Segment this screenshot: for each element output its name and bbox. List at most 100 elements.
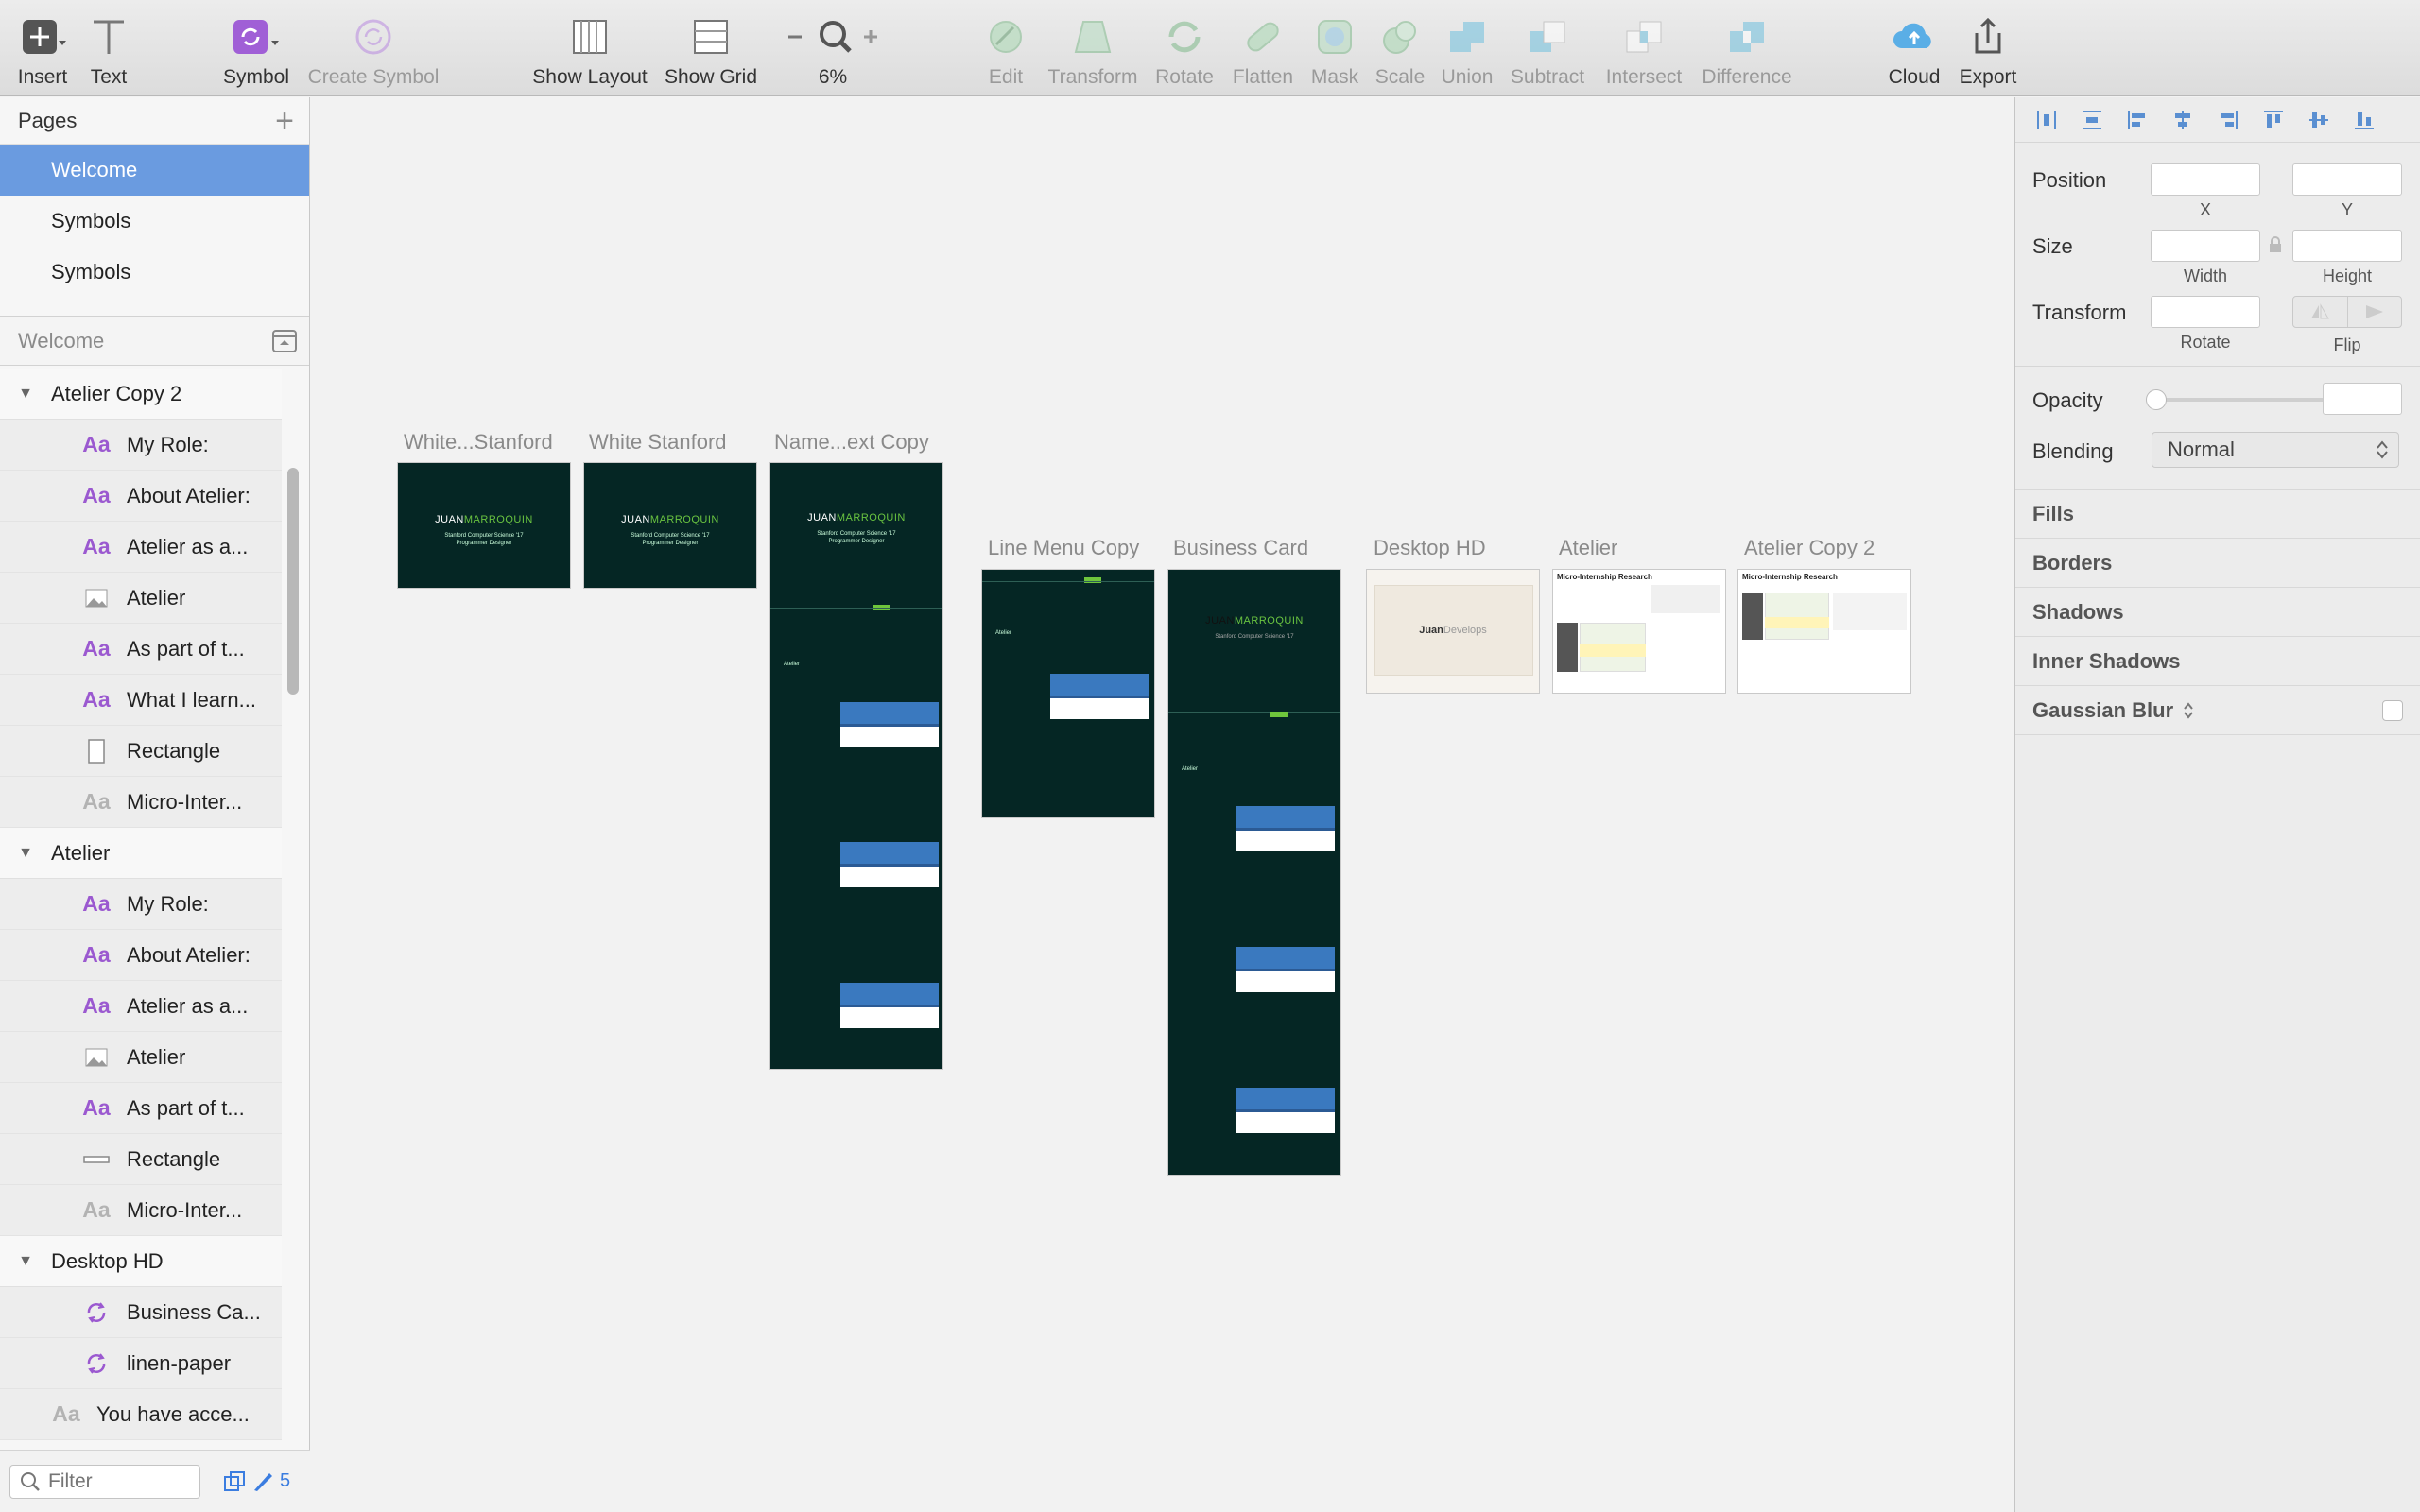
inner-shadows-section[interactable]: Inner Shadows — [2015, 637, 2420, 686]
page-item-welcome[interactable]: Welcome — [0, 145, 309, 196]
fills-section[interactable]: Fills — [2015, 490, 2420, 539]
align-middle-vertical-icon[interactable] — [2307, 108, 2331, 132]
pages-title: Pages — [18, 108, 78, 132]
shadows-section[interactable]: Shadows — [2015, 588, 2420, 637]
layer-symbol[interactable]: linen-paper — [0, 1338, 282, 1389]
layer-text[interactable]: Aa As part of t... — [0, 624, 282, 675]
borders-section[interactable]: Borders — [2015, 539, 2420, 588]
opacity-slider-knob[interactable] — [2146, 389, 2167, 410]
artboard-name-text-copy[interactable]: JUANMARROQUIN Stanford Computer Science … — [769, 462, 943, 1070]
artboard-label[interactable]: Name...ext Copy — [774, 430, 929, 455]
intersect-button[interactable]: Intersect — [1587, 11, 1701, 89]
artboard-desktop-hd[interactable]: JuanDevelops — [1366, 569, 1540, 694]
artboard-atelier-copy-2[interactable]: Micro-Internship Research — [1737, 569, 1911, 694]
layer-rectangle[interactable]: Rectangle — [0, 726, 282, 777]
pages-divider[interactable] — [0, 298, 309, 317]
export-icon — [1975, 17, 2001, 54]
collapse-pages-icon[interactable] — [271, 329, 298, 353]
flip-horizontal-icon — [2311, 303, 2330, 319]
layer-text[interactable]: Aa You have acce... — [0, 1389, 282, 1440]
transform-icon — [1074, 21, 1112, 53]
layer-group-atelier[interactable]: ▼ Atelier — [0, 828, 282, 879]
layer-text[interactable]: Aa Atelier as a... — [0, 522, 282, 573]
layer-group-desktop-hd[interactable]: ▼ Desktop HD — [0, 1236, 282, 1287]
flip-horizontal-button[interactable] — [2293, 297, 2348, 327]
inspector-panel: Position X Y Size Width Height Transform… — [2014, 97, 2420, 1512]
layer-text[interactable]: Aa About Atelier: — [0, 930, 282, 981]
disclosure-triangle-icon[interactable]: ▼ — [0, 845, 51, 862]
artboard-business-card[interactable]: JUANMARROQUIN Stanford Computer Science … — [1167, 569, 1341, 1176]
difference-button[interactable]: Difference — [1690, 11, 1804, 89]
disclosure-triangle-icon[interactable]: ▼ — [0, 1253, 51, 1270]
distribute-horizontal-icon[interactable] — [2034, 108, 2059, 132]
canvas[interactable]: White...Stanford White Stanford Name...e… — [311, 97, 2014, 1512]
layer-symbol[interactable]: Business Ca... — [0, 1287, 282, 1338]
artboard-white-stanford-1[interactable]: JUANMARROQUIN Stanford Computer Science … — [397, 462, 571, 589]
create-symbol-button[interactable]: Create Symbol — [308, 11, 439, 89]
rotate-field[interactable] — [2151, 296, 2260, 328]
layer-text[interactable]: Aa About Atelier: — [0, 471, 282, 522]
research-title: Micro-Internship Research — [1742, 573, 1838, 581]
flip-vertical-button[interactable] — [2348, 297, 2402, 327]
symbol-button[interactable]: Symbol — [199, 11, 313, 89]
layer-group-atelier-copy-2[interactable]: ▼ Atelier Copy 2 — [0, 369, 282, 420]
align-right-icon[interactable] — [2216, 108, 2240, 132]
page-item-symbols[interactable]: Symbols — [0, 196, 309, 247]
artboard-label[interactable]: Atelier — [1559, 536, 1617, 560]
position-x-field[interactable] — [2151, 163, 2260, 196]
align-top-icon[interactable] — [2261, 108, 2286, 132]
align-left-icon[interactable] — [2125, 108, 2150, 132]
lock-icon[interactable] — [2268, 235, 2283, 254]
layer-rectangle[interactable]: Rectangle — [0, 1134, 282, 1185]
width-field[interactable] — [2151, 230, 2260, 262]
gaussian-blur-checkbox[interactable] — [2382, 699, 2403, 721]
align-center-horizontal-icon[interactable] — [2170, 108, 2195, 132]
filter-input[interactable] — [48, 1469, 181, 1493]
zoom-control[interactable]: 6% — [776, 11, 890, 89]
layer-list-scrollbar[interactable] — [287, 468, 299, 695]
layer-text[interactable]: Aa Micro-Inter... — [0, 1185, 282, 1236]
artboard-label[interactable]: Atelier Copy 2 — [1744, 536, 1875, 560]
artboard-white-stanford-2[interactable]: JUANMARROQUIN Stanford Computer Science … — [583, 462, 757, 589]
line-layer-icon — [81, 1155, 112, 1164]
gaussian-blur-section[interactable]: Gaussian Blur — [2015, 686, 2420, 735]
artboard-label[interactable]: Desktop HD — [1374, 536, 1486, 560]
name-last: MARROQUIN — [836, 512, 906, 524]
image-layer-icon — [81, 1048, 112, 1067]
artboard-line-menu-copy[interactable]: Atelier — [981, 569, 1155, 818]
artboard-label[interactable]: Business Card — [1173, 536, 1308, 560]
artboard-label[interactable]: White...Stanford — [404, 430, 553, 455]
disclosure-triangle-icon[interactable]: ▼ — [0, 386, 51, 403]
layer-text[interactable]: Aa What I learn... — [0, 675, 282, 726]
opacity-field[interactable] — [2323, 383, 2402, 415]
layer-text[interactable]: Aa Atelier as a... — [0, 981, 282, 1032]
layer-image[interactable]: Atelier — [0, 573, 282, 624]
position-y-field[interactable] — [2292, 163, 2402, 196]
layer-text[interactable]: Aa My Role: — [0, 879, 282, 930]
artboard-label[interactable]: White Stanford — [589, 430, 727, 455]
blending-select[interactable]: Normal — [2152, 432, 2399, 468]
show-grid-button[interactable]: Show Grid — [654, 11, 768, 89]
layer-text[interactable]: Aa As part of t... — [0, 1083, 282, 1134]
distribute-vertical-icon[interactable] — [2080, 108, 2104, 132]
opacity-slider[interactable] — [2146, 389, 2337, 410]
text-button[interactable]: Text — [52, 11, 165, 89]
export-button[interactable]: Export — [1931, 11, 2045, 89]
size-label: Size — [2032, 234, 2073, 258]
layer-text[interactable]: Aa My Role: — [0, 420, 282, 471]
filter-field[interactable] — [9, 1464, 200, 1499]
show-layout-button[interactable]: Show Layout — [532, 11, 648, 89]
page-item-symbols-2[interactable]: Symbols — [0, 247, 309, 298]
stepper-arrows-icon[interactable] — [2183, 701, 2194, 720]
slice-tool-icon[interactable] — [251, 1470, 274, 1493]
artboard-label[interactable]: Line Menu Copy — [988, 536, 1139, 560]
add-page-icon[interactable]: + — [275, 105, 294, 137]
role: Programmer Designer — [456, 541, 512, 546]
layer-text[interactable]: Aa Micro-Inter... — [0, 777, 282, 828]
align-bottom-icon[interactable] — [2352, 108, 2377, 132]
artboard-atelier[interactable]: Micro-Internship Research — [1552, 569, 1726, 694]
text-layer-icon: Aa — [82, 1095, 111, 1120]
copy-layers-icon[interactable] — [223, 1470, 246, 1493]
layer-image[interactable]: Atelier — [0, 1032, 282, 1083]
height-field[interactable] — [2292, 230, 2402, 262]
